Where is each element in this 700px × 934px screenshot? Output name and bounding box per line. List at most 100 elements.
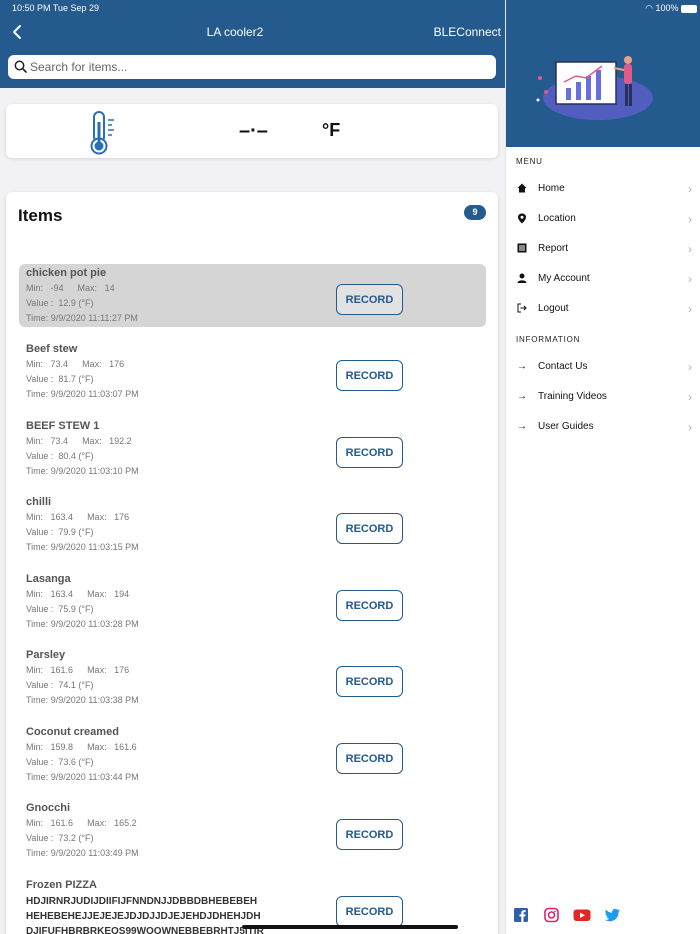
item-value: Value : 75.9 (°F) bbox=[26, 604, 94, 614]
item-time: Time: 9/9/2020 11:03:28 PM bbox=[26, 619, 139, 629]
menu-item-location[interactable]: Location › bbox=[506, 208, 700, 230]
record-button[interactable]: RECORD bbox=[336, 437, 403, 468]
instagram-icon[interactable] bbox=[544, 906, 559, 924]
page-title: LA cooler2 bbox=[206, 25, 264, 39]
items-card: Items 9 chicken pot pie Min: -94 Max: 14 … bbox=[6, 192, 498, 934]
twitter-icon[interactable] bbox=[604, 906, 621, 924]
user-icon bbox=[516, 273, 528, 285]
chevron-right-icon: › bbox=[688, 420, 692, 434]
item-value: Value : 81.7 (°F) bbox=[26, 374, 94, 384]
wifi-icon: ◠ bbox=[645, 3, 653, 13]
arrow-right-icon: → bbox=[517, 391, 527, 402]
drawer-header: ◠ 100% bbox=[506, 0, 700, 147]
ble-connect-button[interactable]: BLEConnect bbox=[434, 25, 501, 39]
item-value: Value : 74.1 (°F) bbox=[26, 680, 94, 690]
record-button[interactable]: RECORD bbox=[336, 819, 403, 850]
item-name: Lasanga bbox=[26, 573, 71, 585]
item-min-max: Min: 73.4 Max: 192.2 bbox=[26, 436, 132, 446]
search-icon bbox=[14, 60, 27, 73]
menu-item-training-videos[interactable]: → Training Videos › bbox=[506, 386, 700, 408]
menu-item-label: Training Videos bbox=[538, 391, 607, 402]
item-row[interactable]: chicken pot pie Min: -94 Max: 14 Value : … bbox=[19, 264, 486, 327]
location-pin-icon bbox=[516, 213, 528, 225]
chevron-right-icon: › bbox=[688, 302, 692, 316]
facebook-icon[interactable] bbox=[514, 906, 528, 924]
item-min-max: Min: 73.4 Max: 176 bbox=[26, 359, 125, 369]
record-button[interactable]: RECORD bbox=[336, 360, 403, 391]
chevron-right-icon: › bbox=[688, 390, 692, 404]
item-min-max: Min: 159.8 Max: 161.6 bbox=[26, 742, 137, 752]
side-drawer: ◠ 100% MENU Home › Location › Report › M… bbox=[505, 0, 700, 934]
temperature-card: –·– °F bbox=[6, 104, 498, 158]
items-heading: Items bbox=[18, 206, 63, 225]
menu-item-label: User Guides bbox=[538, 421, 594, 432]
top-bar: 10:50 PM Tue Sep 29 LA cooler2 BLEConnec… bbox=[0, 0, 505, 88]
item-name: Coconut creamed bbox=[26, 726, 119, 738]
search-bar[interactable] bbox=[8, 55, 496, 79]
menu-item-user-guides[interactable]: → User Guides › bbox=[506, 416, 700, 438]
item-time: Time: 9/9/2020 11:03:49 PM bbox=[26, 848, 139, 858]
item-name: Parsley bbox=[26, 649, 66, 661]
item-row[interactable]: Lasanga Min: 163.4 Max: 194 Value : 75.9 … bbox=[19, 570, 486, 633]
menu-item-label: Home bbox=[538, 183, 565, 194]
record-button[interactable]: RECORD bbox=[336, 743, 403, 774]
item-min-max: Min: 161.6 Max: 165.2 bbox=[26, 818, 137, 828]
item-value: Value : 80.4 (°F) bbox=[26, 451, 94, 461]
thermometer-icon bbox=[90, 111, 114, 155]
menu-item-contact-us[interactable]: → Contact Us › bbox=[506, 356, 700, 378]
item-row[interactable]: Beef stew Min: 73.4 Max: 176 Value : 81.7… bbox=[19, 340, 486, 403]
arrow-right-icon: → bbox=[517, 361, 527, 372]
item-name: chilli bbox=[26, 496, 52, 508]
menu-item-report[interactable]: Report › bbox=[506, 238, 700, 260]
item-name: Frozen PIZZA bbox=[26, 879, 97, 891]
arrow-right-icon: → bbox=[517, 421, 527, 432]
item-value: Value : 79.9 (°F) bbox=[26, 527, 94, 537]
item-row[interactable]: Parsley Min: 161.6 Max: 176 Value : 74.1 … bbox=[19, 646, 486, 709]
item-row[interactable]: BEEF STEW 1 Min: 73.4 Max: 192.2 Value : … bbox=[19, 417, 486, 480]
item-value: Value : 73.6 (°F) bbox=[26, 757, 94, 767]
item-time: Time: 9/9/2020 11:11:27 PM bbox=[26, 313, 138, 323]
menu-item-logout[interactable]: Logout › bbox=[506, 298, 700, 320]
logout-icon bbox=[516, 303, 528, 315]
item-time: Time: 9/9/2020 11:03:10 PM bbox=[26, 466, 139, 476]
status-time: 10:50 PM Tue Sep 29 bbox=[12, 3, 100, 13]
search-input[interactable] bbox=[30, 57, 485, 77]
analytics-illustration bbox=[536, 56, 653, 120]
record-button[interactable]: RECORD bbox=[336, 666, 403, 697]
menu-section-label: MENU bbox=[516, 157, 543, 166]
chevron-right-icon: › bbox=[688, 272, 692, 286]
home-indicator[interactable] bbox=[242, 925, 458, 929]
temperature-value: –·– bbox=[239, 120, 268, 142]
main-panel: 10:50 PM Tue Sep 29 LA cooler2 BLEConnec… bbox=[0, 0, 505, 934]
temperature-unit: °F bbox=[322, 120, 341, 140]
record-button[interactable]: RECORD bbox=[336, 284, 403, 315]
item-name: BEEF STEW 1 bbox=[26, 420, 100, 432]
chevron-right-icon: › bbox=[688, 182, 692, 196]
menu-item-my-account[interactable]: My Account › bbox=[506, 268, 700, 290]
record-button[interactable]: RECORD bbox=[336, 590, 403, 621]
item-row[interactable]: Coconut creamed Min: 159.8 Max: 161.6 Val… bbox=[19, 723, 486, 786]
item-value: Value : 73.2 (°F) bbox=[26, 833, 94, 843]
youtube-icon[interactable] bbox=[573, 906, 591, 924]
menu-item-home[interactable]: Home › bbox=[506, 178, 700, 200]
app-screen: 10:50 PM Tue Sep 29 LA cooler2 BLEConnec… bbox=[0, 0, 700, 934]
item-min-max: Min: -94 Max: 14 bbox=[26, 283, 115, 293]
status-battery: ◠ 100% bbox=[645, 3, 697, 14]
information-section-label: INFORMATION bbox=[516, 335, 581, 344]
home-icon bbox=[516, 183, 528, 195]
item-name: chicken pot pie bbox=[26, 267, 107, 279]
item-min-max: Min: 163.4 Max: 194 bbox=[26, 589, 130, 599]
item-name: Gnocchi bbox=[26, 802, 71, 814]
battery-icon bbox=[681, 4, 697, 13]
item-min-max: Min: 163.4 Max: 176 bbox=[26, 512, 130, 522]
item-row[interactable]: chilli Min: 163.4 Max: 176 Value : 79.9 (… bbox=[19, 493, 486, 556]
item-min-max: Min: 161.6 Max: 176 bbox=[26, 665, 130, 675]
record-button[interactable]: RECORD bbox=[336, 513, 403, 544]
item-row[interactable]: Gnocchi Min: 161.6 Max: 165.2 Value : 73.… bbox=[19, 799, 486, 862]
items-count-badge: 9 bbox=[464, 205, 486, 220]
chevron-right-icon: › bbox=[688, 360, 692, 374]
item-time: Time: 9/9/2020 11:03:38 PM bbox=[26, 695, 139, 705]
menu-item-label: Logout bbox=[538, 303, 569, 314]
item-time: Time: 9/9/2020 11:03:44 PM bbox=[26, 772, 139, 782]
record-button[interactable]: RECORD bbox=[336, 896, 403, 927]
